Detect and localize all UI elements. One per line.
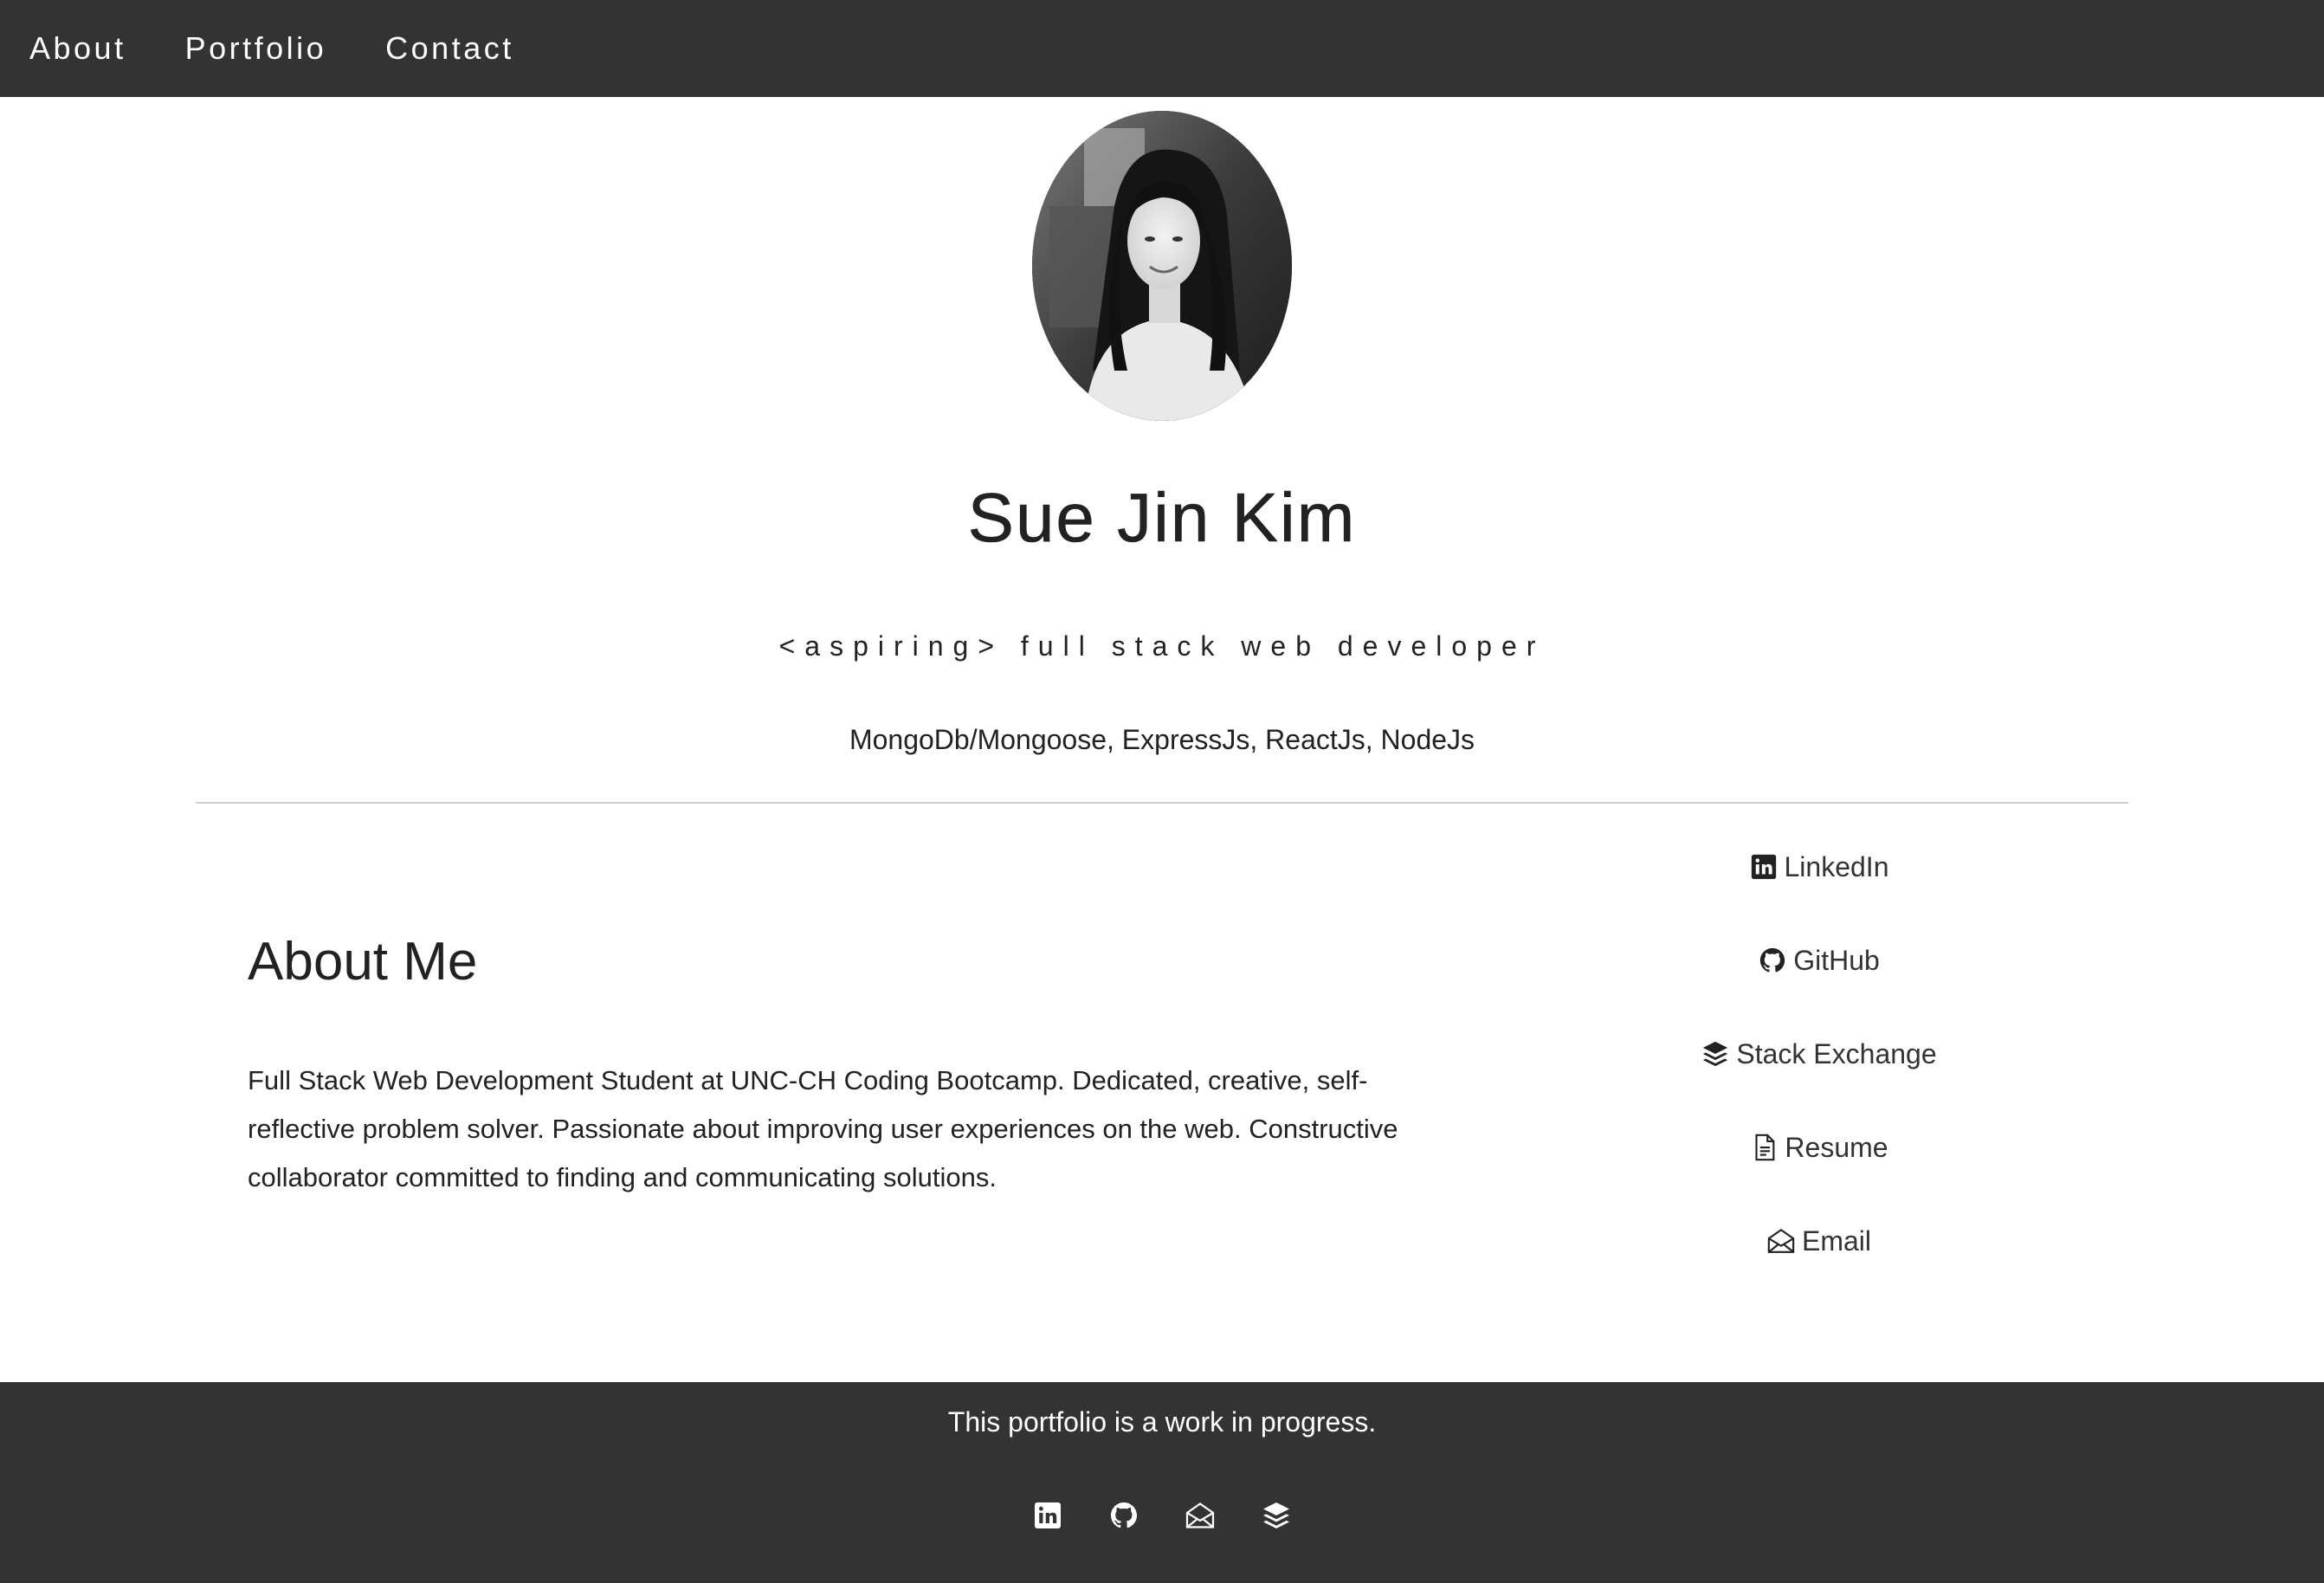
- linkedin-icon: [1035, 1502, 1061, 1528]
- footer-stack-exchange-link[interactable]: [1259, 1498, 1294, 1533]
- footer-icons: [0, 1498, 2324, 1533]
- stack-exchange-icon: [1263, 1502, 1289, 1528]
- profile-tagline: <aspiring> full stack web developer: [778, 630, 1546, 662]
- footer-github-link[interactable]: [1107, 1498, 1141, 1533]
- stack-exchange-link[interactable]: Stack Exchange: [1645, 1031, 1992, 1076]
- section-divider: [196, 802, 2128, 804]
- tech-stack: MongoDb/Mongoose, ExpressJs, ReactJs, No…: [849, 724, 1475, 755]
- stack-exchange-icon: [1700, 1038, 1731, 1069]
- profile-photo-image: [1032, 111, 1292, 421]
- envelope-icon: [1185, 1502, 1215, 1528]
- stack-exchange-label: Stack Exchange: [1736, 1037, 1937, 1069]
- profile-name: Sue Jin Kim: [967, 479, 1357, 556]
- envelope-icon: [1766, 1225, 1797, 1257]
- resume-link[interactable]: Resume: [1645, 1125, 1992, 1170]
- linkedin-icon: [1748, 851, 1779, 882]
- github-icon: [1757, 945, 1788, 976]
- nav-about-link[interactable]: About: [29, 33, 126, 64]
- document-icon: [1748, 1132, 1779, 1163]
- nav-contact-link[interactable]: Contact: [385, 33, 514, 64]
- social-links: LinkedIn GitHub Stack Exchange Resume Em…: [1645, 844, 1992, 1312]
- footer-linkedin-link[interactable]: [1030, 1498, 1065, 1533]
- github-label: GitHub: [1793, 944, 1880, 976]
- about-body: Full Stack Web Development Student at UN…: [248, 1065, 1398, 1192]
- footer-text: This portfolio is a work in progress.: [947, 1406, 1377, 1438]
- github-link[interactable]: GitHub: [1645, 938, 1992, 983]
- email-label: Email: [1801, 1224, 1871, 1257]
- page-footer: This portfolio is a work in progress.: [0, 1382, 2324, 1583]
- email-link[interactable]: Email: [1645, 1218, 1992, 1263]
- github-icon: [1111, 1502, 1137, 1528]
- footer-email-link[interactable]: [1183, 1498, 1217, 1533]
- resume-label: Resume: [1785, 1131, 1888, 1163]
- about-heading: About Me: [248, 932, 478, 992]
- linkedin-link[interactable]: LinkedIn: [1645, 844, 1992, 889]
- profile-photo: [1032, 111, 1292, 421]
- linkedin-label: LinkedIn: [1784, 850, 1889, 882]
- nav-portfolio-link[interactable]: Portfolio: [185, 33, 327, 64]
- top-nav: About Portfolio Contact: [0, 0, 2324, 97]
